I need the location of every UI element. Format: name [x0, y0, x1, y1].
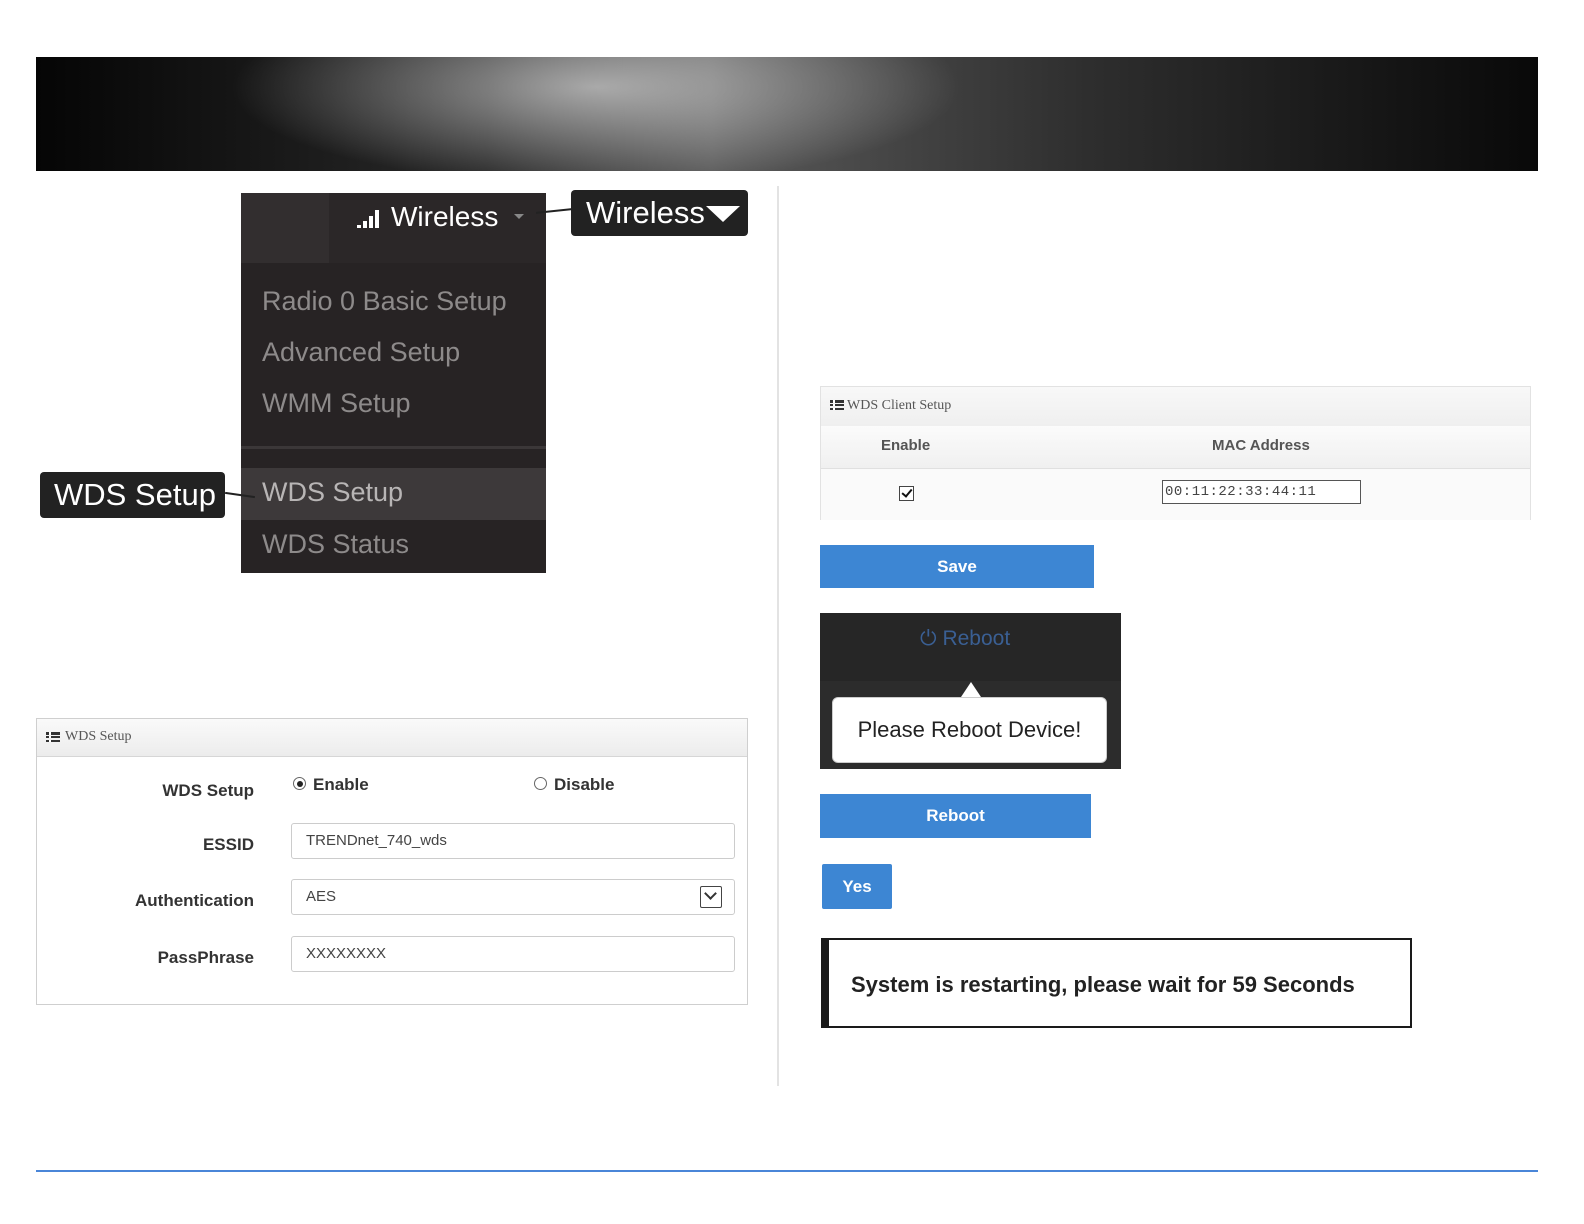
footer-rule [36, 1170, 1538, 1172]
table-header: Enable MAC Address [821, 426, 1530, 469]
header-banner [36, 57, 1538, 171]
enable-checkbox[interactable] [899, 486, 914, 501]
panel-header: WDS Client Setup [821, 387, 1530, 427]
signal-bars-icon [357, 210, 383, 228]
list-icon [46, 732, 60, 742]
mac-address-input[interactable]: 00:11:22:33:44:11 [1162, 480, 1361, 504]
table-row: 00:11:22:33:44:11 [821, 469, 1530, 520]
disable-radio-label[interactable]: Disable [554, 775, 614, 795]
power-icon: ⏻ [920, 627, 943, 650]
essid-input[interactable]: TRENDnet_740_wds [291, 823, 735, 859]
reboot-menu-label: Reboot [942, 627, 1011, 650]
column-divider [777, 186, 779, 1086]
reboot-tooltip: Please Reboot Device! [832, 697, 1107, 763]
wds-client-setup-panel: WDS Client Setup Enable MAC Address 00:1… [820, 386, 1531, 520]
enable-radio[interactable] [293, 777, 306, 790]
wds-setup-panel: WDS Setup WDS Setup Enable Disable ESSID… [36, 718, 748, 1005]
save-button[interactable]: Save [820, 545, 1094, 588]
passphrase-label: PassPhrase [157, 948, 254, 967]
reboot-button[interactable]: Reboot [820, 794, 1091, 838]
reboot-prompt: ⏻ Reboot Please Reboot Device! [820, 613, 1121, 769]
caret-down-icon [514, 214, 524, 219]
wireless-menu-header[interactable]: Wireless [241, 193, 546, 263]
callout-wds-setup: WDS Setup [40, 472, 225, 518]
authentication-select[interactable]: AES [291, 879, 735, 915]
dropdown-arrow-icon[interactable] [700, 886, 722, 908]
list-icon [830, 400, 844, 410]
authentication-label: Authentication [135, 891, 254, 910]
wds-setup-label: WDS Setup [162, 781, 254, 800]
menu-item-wds-setup[interactable]: WDS Setup [262, 477, 403, 508]
passphrase-input[interactable]: XXXXXXXX [291, 936, 735, 972]
disable-radio[interactable] [534, 777, 547, 790]
authentication-value: AES [306, 888, 337, 905]
column-header-mac-address: MAC Address [1212, 437, 1310, 454]
triangle-down-icon [706, 206, 740, 222]
wireless-menu-label[interactable]: Wireless [391, 201, 498, 233]
menu-item-wmm-setup[interactable]: WMM Setup [262, 388, 411, 419]
panel-title: WDS Client Setup [847, 398, 952, 413]
menu-item-advanced-setup[interactable]: Advanced Setup [262, 337, 460, 368]
menu-item-radio0-basic-setup[interactable]: Radio 0 Basic Setup [262, 286, 507, 317]
enable-radio-label[interactable]: Enable [313, 775, 369, 795]
panel-header: WDS Setup [37, 719, 747, 757]
restart-message-box: System is restarting, please wait for 59… [821, 938, 1412, 1028]
restart-message-text: System is restarting, please wait for 59… [851, 972, 1355, 997]
panel-title: WDS Setup [65, 729, 132, 744]
wireless-menu: Wireless Radio 0 Basic Setup Advanced Se… [241, 193, 546, 573]
essid-label: ESSID [202, 835, 254, 854]
reboot-tooltip-text: Please Reboot Device! [857, 717, 1082, 742]
tooltip-arrow [961, 682, 981, 697]
reboot-menu-link[interactable]: ⏻ Reboot [920, 627, 1010, 651]
yes-button[interactable]: Yes [822, 864, 892, 909]
menu-item-wds-status[interactable]: WDS Status [262, 529, 409, 560]
menu-header-block [241, 193, 329, 263]
menu-separator [241, 446, 546, 449]
column-header-enable: Enable [881, 437, 931, 454]
